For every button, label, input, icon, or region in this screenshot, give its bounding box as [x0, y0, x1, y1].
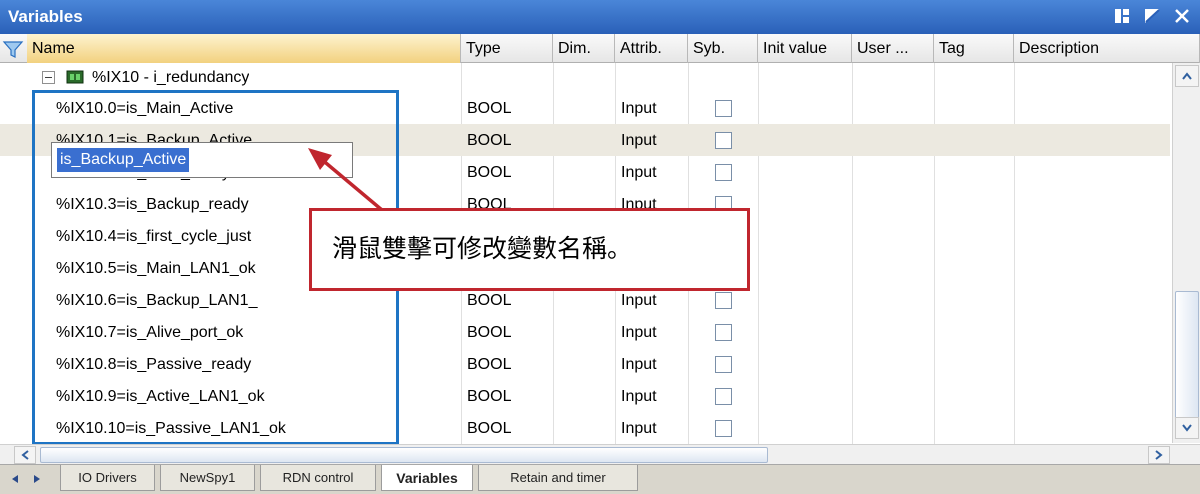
syb-checkbox[interactable] — [715, 132, 732, 149]
variable-attrib-cell[interactable]: Input — [621, 92, 657, 124]
syb-checkbox[interactable] — [715, 388, 732, 405]
tab-prev-icon[interactable] — [6, 470, 24, 488]
vertical-scroll-thumb[interactable] — [1175, 291, 1199, 421]
column-header-name[interactable]: Name — [27, 34, 461, 63]
tab-newspy1[interactable]: NewSpy1 — [160, 465, 255, 491]
column-header-tag[interactable]: Tag — [934, 34, 1014, 63]
pin-icon[interactable] — [1142, 6, 1162, 26]
column-header-attrib[interactable]: Attrib. — [615, 34, 688, 63]
variable-type-cell[interactable]: BOOL — [467, 156, 511, 188]
tab-next-icon[interactable] — [28, 470, 46, 488]
syb-checkbox[interactable] — [715, 420, 732, 437]
column-header-dim[interactable]: Dim. — [553, 34, 615, 63]
window-title-bar: Variables — [0, 0, 1200, 34]
variable-type-cell[interactable]: BOOL — [467, 124, 511, 156]
variable-type-cell[interactable]: BOOL — [467, 316, 511, 348]
tab-rdn-control[interactable]: RDN control — [260, 465, 376, 491]
syb-checkbox[interactable] — [715, 324, 732, 341]
syb-checkbox[interactable] — [715, 164, 732, 181]
column-header-type[interactable]: Type — [461, 34, 553, 63]
variable-attrib-cell[interactable]: Input — [621, 380, 657, 412]
close-icon[interactable] — [1172, 6, 1192, 26]
variable-attrib-cell[interactable]: Input — [621, 124, 657, 156]
variable-attrib-cell[interactable]: Input — [621, 348, 657, 380]
column-header-row: Name Type Dim. Attrib. Syb. Init value U… — [0, 34, 1200, 63]
syb-checkbox[interactable] — [715, 100, 732, 117]
scroll-left-icon[interactable] — [14, 446, 36, 464]
group-row[interactable]: %IX10 - i_redundancy — [0, 63, 1170, 92]
column-header-init-value[interactable]: Init value — [758, 34, 852, 63]
tab-variables[interactable]: Variables — [381, 465, 473, 491]
callout-arrow — [308, 148, 384, 212]
horizontal-scrollbar[interactable] — [0, 444, 1200, 464]
filter-icon[interactable] — [2, 39, 24, 64]
syb-checkbox[interactable] — [715, 292, 732, 309]
scroll-down-icon[interactable] — [1175, 417, 1199, 439]
variable-type-cell[interactable]: BOOL — [467, 412, 511, 444]
collapse-icon[interactable] — [42, 71, 55, 84]
callout-note: 滑鼠雙擊可修改變數名稱。 — [309, 208, 750, 291]
io-board-icon — [66, 69, 84, 90]
variable-type-cell[interactable]: BOOL — [467, 380, 511, 412]
scroll-up-icon[interactable] — [1175, 65, 1199, 87]
variable-attrib-cell[interactable]: Input — [621, 156, 657, 188]
syb-checkbox[interactable] — [715, 356, 732, 373]
variable-type-cell[interactable]: BOOL — [467, 92, 511, 124]
horizontal-scroll-thumb[interactable] — [40, 447, 768, 463]
variable-attrib-cell[interactable]: Input — [621, 412, 657, 444]
scroll-right-icon[interactable] — [1148, 446, 1170, 464]
column-header-syb[interactable]: Syb. — [688, 34, 758, 63]
variable-type-cell[interactable]: BOOL — [467, 348, 511, 380]
document-tab-bar: IO Drivers NewSpy1 RDN control Variables Ret… — [0, 464, 1200, 494]
tab-retain-and-timer[interactable]: Retain and timer — [478, 465, 638, 491]
restore-icon[interactable] — [1112, 6, 1132, 26]
column-header-user[interactable]: User ... — [852, 34, 934, 63]
variable-attrib-cell[interactable]: Input — [621, 316, 657, 348]
column-header-description[interactable]: Description — [1014, 34, 1200, 63]
vertical-scrollbar[interactable] — [1172, 63, 1200, 443]
window-title: Variables — [8, 7, 83, 26]
tab-io-drivers[interactable]: IO Drivers — [60, 465, 155, 491]
